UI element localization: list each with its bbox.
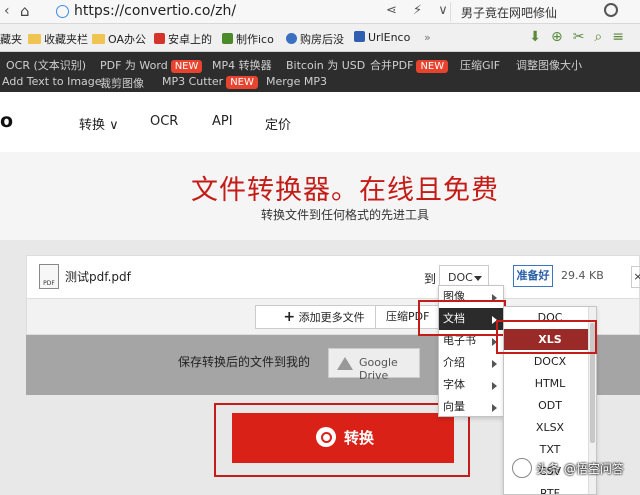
- google-drive-button[interactable]: Google Drive: [328, 348, 420, 382]
- url-text: https://convertio.co/zh/: [74, 3, 237, 19]
- globe-icon: [56, 5, 69, 18]
- format-item[interactable]: TXT: [504, 439, 596, 460]
- url-field[interactable]: https://convertio.co/zh/: [50, 2, 380, 22]
- google-drive-icon: [337, 357, 353, 370]
- format-item[interactable]: RTF: [504, 483, 596, 494]
- file-row: PDF 测试pdf.pdf 到 DOC 准备好 29.4 KB ×: [26, 255, 640, 299]
- bookmark-item[interactable]: 购房后没: [286, 31, 344, 47]
- bookmark-item[interactable]: OA办公: [92, 31, 146, 47]
- search-text: 男子竟在网吧修仙: [461, 6, 558, 20]
- logo[interactable]: o: [0, 110, 13, 132]
- to-label: 到: [424, 272, 437, 286]
- format-item[interactable]: ODT: [504, 395, 596, 416]
- plus-icon: +: [283, 309, 296, 325]
- category-highlight-box: [418, 300, 506, 336]
- share-icon[interactable]: ⋖ ⚡ ∨: [386, 3, 454, 18]
- bookmark-item[interactable]: 制作ico: [222, 31, 274, 47]
- browser-address-bar: ‹ ⌂ https://convertio.co/zh/ ⋖ ⚡ ∨ 男子竟在网…: [0, 0, 640, 24]
- remove-file-button[interactable]: ×: [631, 266, 640, 288]
- format-item[interactable]: DOCX: [504, 351, 596, 372]
- nav-ocr[interactable]: OCR: [150, 114, 178, 129]
- watermark: 头条 @悟空问答: [512, 458, 624, 478]
- category-item[interactable]: 字体: [439, 374, 503, 396]
- save-to-label: 保存转换后的文件到我的: [178, 355, 311, 369]
- format-item[interactable]: HTML: [504, 373, 596, 394]
- toolbar-icons[interactable]: ⬇⊕✂⌕≡: [529, 29, 634, 45]
- tool-link[interactable]: 裁剪图像: [100, 75, 144, 91]
- chevron-right-icon: [492, 404, 497, 412]
- format-item[interactable]: XLSX: [504, 417, 596, 438]
- site-icon: [354, 31, 365, 42]
- watermark-logo-icon: [512, 458, 532, 478]
- bookmarks-bar: 藏夹 收藏夹栏 OA办公 安卓上的 制作ico 购房后没 UrlEnco » ⬇…: [0, 24, 640, 52]
- tool-link[interactable]: MP4 转换器: [212, 57, 272, 73]
- tool-link[interactable]: 调整图像大小: [516, 57, 582, 73]
- home-icon[interactable]: ⌂: [20, 2, 30, 20]
- search-icon[interactable]: [604, 3, 618, 17]
- tool-link[interactable]: Merge MP3: [266, 75, 327, 88]
- folder-icon: [92, 34, 105, 44]
- tools-bar: OCR (文本识别) PDF 为 Word NEW MP4 转换器 Bitcoin…: [0, 52, 640, 92]
- status-badge: 准备好: [513, 265, 553, 287]
- page-title: 文件转换器。在线且免费: [191, 175, 499, 206]
- pdf-file-icon: PDF: [39, 264, 59, 289]
- bookmark-item[interactable]: UrlEnco: [354, 31, 410, 44]
- tool-link[interactable]: OCR (文本识别): [6, 57, 86, 73]
- bookmark-item[interactable]: 安卓上的: [154, 31, 212, 47]
- tool-link[interactable]: PDF 为 Word NEW: [100, 57, 203, 73]
- site-icon: [222, 33, 233, 44]
- convert-icon: [316, 427, 336, 447]
- category-item[interactable]: 介绍: [439, 352, 503, 374]
- nav-convert[interactable]: 转换 ∨: [79, 114, 119, 133]
- tool-link[interactable]: 压缩GIF: [460, 57, 500, 73]
- bookmark-item[interactable]: 收藏夹栏: [28, 31, 88, 47]
- hero: 文件转换器。在线且免费 转换文件到任何格式的先进工具: [0, 152, 640, 240]
- chevron-right-icon: [492, 360, 497, 368]
- category-item[interactable]: 向量: [439, 396, 503, 418]
- add-more-files-button[interactable]: + 添加更多文件: [255, 305, 393, 329]
- chevron-down-icon: [474, 276, 482, 281]
- tool-link[interactable]: MP3 Cutter NEW: [162, 75, 258, 89]
- chevron-right-icon: [492, 382, 497, 390]
- site-icon: [154, 33, 165, 44]
- file-size: 29.4 KB: [561, 269, 604, 282]
- format-highlight-box: [496, 320, 597, 354]
- bookmark-item[interactable]: 藏夹: [0, 31, 22, 47]
- tool-link[interactable]: Bitcoin 为 USD: [286, 57, 365, 73]
- tool-link[interactable]: 合并PDF NEW: [370, 57, 449, 73]
- convert-button[interactable]: 转换: [232, 413, 454, 463]
- page-subtitle: 转换文件到任何格式的先进工具: [260, 208, 429, 222]
- file-name: 测试pdf.pdf: [65, 270, 131, 284]
- tool-link[interactable]: Add Text to Image: [2, 75, 102, 88]
- more-bookmarks-icon[interactable]: »: [424, 31, 431, 44]
- site-header: o 转换 ∨ OCR API 定价: [0, 92, 640, 152]
- back-icon[interactable]: ‹: [4, 3, 10, 19]
- nav-pricing[interactable]: 定价: [265, 114, 291, 133]
- folder-icon: [28, 34, 41, 44]
- site-icon: [286, 33, 297, 44]
- nav-api[interactable]: API: [212, 114, 233, 129]
- search-box[interactable]: 男子竟在网吧修仙: [450, 2, 620, 22]
